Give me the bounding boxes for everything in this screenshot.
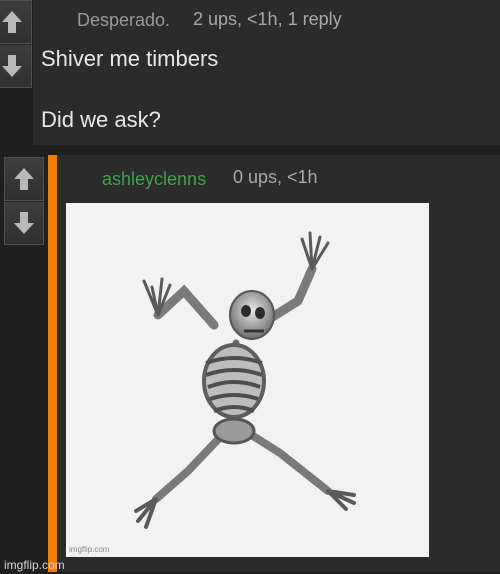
comment-image[interactable]: imgflip.com xyxy=(66,203,429,557)
image-watermark: imgflip.com xyxy=(69,545,110,554)
comment-meta: 0 ups, <1h xyxy=(233,167,318,187)
comment-body-line: Shiver me timbers xyxy=(41,46,219,71)
downvote-button[interactable] xyxy=(0,44,32,88)
vote-column-comment-1 xyxy=(0,0,32,88)
reply-thread-indicator xyxy=(48,155,57,572)
arrow-down-icon xyxy=(2,55,22,77)
comment-meta: 2 ups, <1h, 1 reply xyxy=(193,9,342,29)
comment-body-line: Did we ask? xyxy=(41,107,161,132)
upvote-button[interactable] xyxy=(4,157,44,201)
skeleton-image xyxy=(134,231,356,529)
arrow-up-icon xyxy=(14,168,34,190)
site-watermark: imgflip.com xyxy=(4,558,65,572)
arrow-down-icon xyxy=(14,212,34,234)
vote-column-comment-2 xyxy=(4,157,44,245)
downvote-button[interactable] xyxy=(4,201,44,245)
comment-author[interactable]: Desperado. xyxy=(77,10,170,31)
arrow-up-icon xyxy=(2,11,22,33)
comment-author[interactable]: ashleyclenns xyxy=(102,169,206,190)
comment-1: Desperado. 2 ups, <1h, 1 reply Shiver me… xyxy=(33,0,500,145)
upvote-button[interactable] xyxy=(0,0,32,44)
